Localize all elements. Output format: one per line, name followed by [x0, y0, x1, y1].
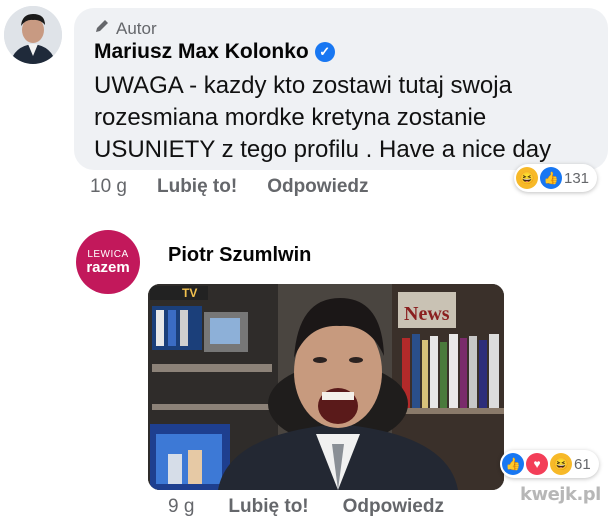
avatar-logo-line1: LEWICA: [87, 248, 129, 260]
like-button[interactable]: Lubię to!: [157, 176, 237, 198]
comment-author[interactable]: Mariusz Max Kolonko ✓: [94, 40, 335, 64]
pencil-icon: [94, 18, 110, 39]
verified-badge-icon: ✓: [314, 42, 335, 62]
like-icon: 👍: [540, 167, 562, 189]
tv-logo-text: TV: [182, 286, 197, 300]
reaction-count: 61: [574, 455, 591, 473]
author-avatar[interactable]: LEWICA razem: [76, 230, 140, 294]
comment-author-name[interactable]: Mariusz Max Kolonko: [94, 40, 309, 64]
author-badge: Autor: [94, 18, 157, 39]
like-icon: 👍: [502, 453, 524, 475]
love-icon: ♥: [526, 453, 548, 475]
comment-image[interactable]: TV News: [148, 284, 504, 490]
author-avatar[interactable]: [4, 6, 62, 64]
haha-icon: 😆: [550, 453, 572, 475]
comment-text: UWAGA - kazdy kto zostawi tutaj swoja ro…: [94, 72, 552, 163]
comment-timestamp[interactable]: 10 g: [90, 176, 127, 198]
avatar-portrait: [4, 6, 62, 64]
news-sign-text: News: [404, 303, 450, 325]
reply-button[interactable]: Odpowiedz: [267, 176, 368, 198]
studio-photo: TV News: [148, 284, 504, 490]
watermark: kwejk.pl: [520, 484, 601, 505]
comment-actions: 10 g Lubię to! Odpowiedz: [90, 176, 369, 198]
author-badge-label: Autor: [116, 18, 157, 38]
reaction-count: 131: [564, 169, 590, 187]
avatar-logo-line2: razem: [86, 258, 130, 276]
haha-icon: 😆: [516, 167, 538, 189]
reaction-summary[interactable]: 😆 👍 131: [514, 164, 598, 192]
comment-author-name[interactable]: Piotr Szumlwin: [168, 244, 311, 267]
reaction-summary[interactable]: 👍 ♥ 😆 61: [500, 450, 599, 478]
